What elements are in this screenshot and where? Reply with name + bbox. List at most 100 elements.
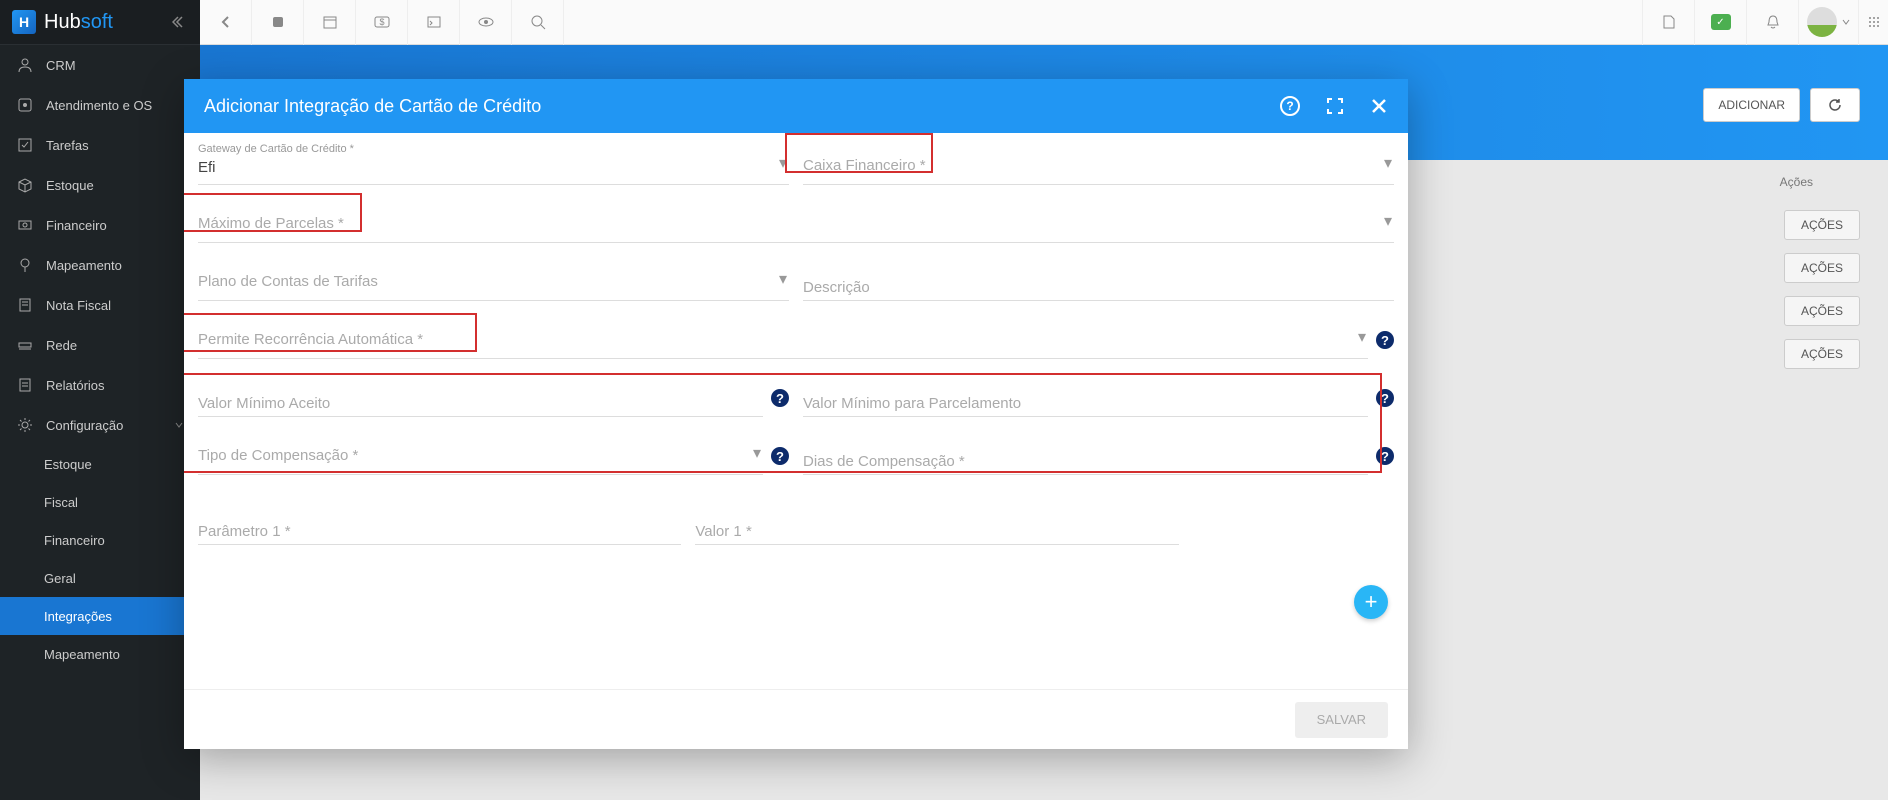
param1-field[interactable] — [198, 505, 681, 545]
dias-comp-field[interactable]: ? — [803, 435, 1394, 475]
refresh-button[interactable] — [1810, 88, 1860, 122]
sidebar-sub-estoque[interactable]: Estoque — [0, 445, 200, 483]
tasks-icon — [16, 137, 34, 153]
modal-body: Gateway de Cartão de Crédito * Efi ▾ Cai… — [184, 133, 1408, 689]
row-actions-button[interactable]: AÇÕES — [1784, 253, 1860, 283]
pdf-icon[interactable] — [1642, 0, 1694, 45]
gear-icon — [16, 417, 34, 433]
user-menu[interactable] — [1798, 0, 1858, 45]
eye-icon[interactable] — [460, 0, 512, 45]
plano-contas-field[interactable]: Plano de Contas de Tarifas ▾ — [198, 261, 789, 301]
sidebar-item-label: Estoque — [46, 178, 94, 193]
max-parcelas-placeholder: Máximo de Parcelas * — [198, 215, 344, 232]
valor-min-input[interactable] — [198, 377, 763, 417]
svg-text:?: ? — [1286, 99, 1293, 113]
help-icon[interactable]: ? — [771, 447, 789, 465]
sidebar-item-estoque[interactable]: Estoque — [0, 165, 200, 205]
sidebar-item-notafiscal[interactable]: Nota Fiscal — [0, 285, 200, 325]
box-icon — [16, 177, 34, 193]
sidebar-item-mapeamento[interactable]: Mapeamento — [0, 245, 200, 285]
person-icon[interactable] — [252, 0, 304, 45]
back-icon[interactable] — [200, 0, 252, 45]
max-parcelas-field[interactable]: Máximo de Parcelas * ▾ — [198, 203, 1394, 243]
map-icon — [16, 257, 34, 273]
modal-footer: SALVAR — [184, 689, 1408, 749]
sidebar-item-crm[interactable]: CRM — [0, 45, 200, 85]
sidebar: H Hubsoft CRM Atendimento e OS Tarefas E… — [0, 0, 200, 800]
sidebar-item-financeiro[interactable]: Financeiro — [0, 205, 200, 245]
help-icon[interactable]: ? — [771, 389, 789, 407]
sidebar-item-label: Nota Fiscal — [46, 298, 111, 313]
network-icon — [16, 337, 34, 353]
topbar: $ ✓ — [200, 0, 1888, 45]
headset-icon — [16, 97, 34, 113]
modal-title: Adicionar Integração de Cartão de Crédit… — [204, 96, 541, 117]
gateway-field[interactable]: Gateway de Cartão de Crédito * Efi ▾ — [198, 145, 789, 185]
recorrencia-placeholder: Permite Recorrência Automática * — [198, 331, 423, 348]
modal-header: Adicionar Integração de Cartão de Crédit… — [184, 79, 1408, 133]
logo-area: H Hubsoft — [0, 0, 200, 45]
sidebar-sub-geral[interactable]: Geral — [0, 559, 200, 597]
help-icon[interactable]: ? — [1376, 331, 1394, 349]
bell-icon[interactable] — [1746, 0, 1798, 45]
tipo-comp-placeholder: Tipo de Compensação * — [198, 447, 358, 464]
save-button[interactable]: SALVAR — [1295, 702, 1388, 738]
sidebar-sub-mapeamento[interactable]: Mapeamento — [0, 635, 200, 673]
crm-icon — [16, 57, 34, 73]
close-icon[interactable] — [1370, 97, 1388, 115]
logo-text: Hubsoft — [44, 11, 113, 34]
valor1-input[interactable] — [695, 505, 1178, 545]
dollar-icon[interactable]: $ — [356, 0, 408, 45]
sidebar-sub-fiscal[interactable]: Fiscal — [0, 483, 200, 521]
sidebar-item-relatorios[interactable]: Relatórios — [0, 365, 200, 405]
avatar — [1807, 7, 1837, 37]
calendar-icon[interactable] — [304, 0, 356, 45]
terminal-icon[interactable] — [408, 0, 460, 45]
help-icon[interactable]: ? — [1376, 389, 1394, 407]
menu-dots-icon[interactable] — [1858, 0, 1888, 45]
money-icon — [16, 217, 34, 233]
dias-comp-input[interactable] — [803, 435, 1368, 475]
modal-add-cc-integration: Adicionar Integração de Cartão de Crédit… — [184, 79, 1408, 749]
help-icon[interactable]: ? — [1280, 96, 1300, 116]
row-actions-button[interactable]: AÇÕES — [1784, 339, 1860, 369]
sidebar-sub-integracoes[interactable]: Integrações — [0, 597, 200, 635]
svg-text:$: $ — [379, 17, 384, 27]
caixa-field[interactable]: Caixa Financeiro * ▾ — [803, 145, 1394, 185]
chevron-down-icon — [174, 420, 184, 430]
sidebar-item-atendimento[interactable]: Atendimento e OS — [0, 85, 200, 125]
tipo-comp-field[interactable]: Tipo de Compensação * ▾ ? — [198, 435, 789, 475]
sidebar-item-configuracao[interactable]: Configuração — [0, 405, 200, 445]
valor1-field[interactable] — [695, 505, 1178, 545]
page-toolbar: ADICIONAR — [1703, 88, 1860, 122]
param1-input[interactable] — [198, 505, 681, 545]
valor-min-parc-input[interactable] — [803, 377, 1368, 417]
gateway-value: Efi — [198, 159, 216, 176]
sidebar-item-tarefas[interactable]: Tarefas — [0, 125, 200, 165]
sidebar-item-rede[interactable]: Rede — [0, 325, 200, 365]
sidebar-item-label: Atendimento e OS — [46, 98, 152, 113]
row-actions-button[interactable]: AÇÕES — [1784, 210, 1860, 240]
sidebar-item-label: CRM — [46, 58, 76, 73]
sidebar-item-label: Mapeamento — [46, 258, 122, 273]
descricao-input[interactable] — [803, 261, 1394, 301]
fullscreen-icon[interactable] — [1326, 97, 1344, 115]
check-badge-icon[interactable]: ✓ — [1694, 0, 1746, 45]
valor-min-field[interactable]: ? — [198, 377, 789, 417]
plano-contas-placeholder: Plano de Contas de Tarifas — [198, 273, 378, 290]
report-icon — [16, 377, 34, 393]
invoice-icon — [16, 297, 34, 313]
descricao-field[interactable] — [803, 261, 1394, 301]
actions-column-header: Ações — [1780, 175, 1813, 189]
row-actions-button[interactable]: AÇÕES — [1784, 296, 1860, 326]
search-icon[interactable] — [512, 0, 564, 45]
sidebar-sub-financeiro[interactable]: Financeiro — [0, 521, 200, 559]
logo-icon: H — [12, 10, 36, 34]
recorrencia-field[interactable]: Permite Recorrência Automática * ▾ ? — [198, 319, 1394, 359]
collapse-icon[interactable] — [172, 14, 188, 30]
help-icon[interactable]: ? — [1376, 447, 1394, 465]
add-param-button[interactable]: + — [1354, 585, 1388, 619]
add-button[interactable]: ADICIONAR — [1703, 88, 1800, 122]
sidebar-item-label: Financeiro — [46, 218, 107, 233]
valor-min-parc-field[interactable]: ? — [803, 377, 1394, 417]
